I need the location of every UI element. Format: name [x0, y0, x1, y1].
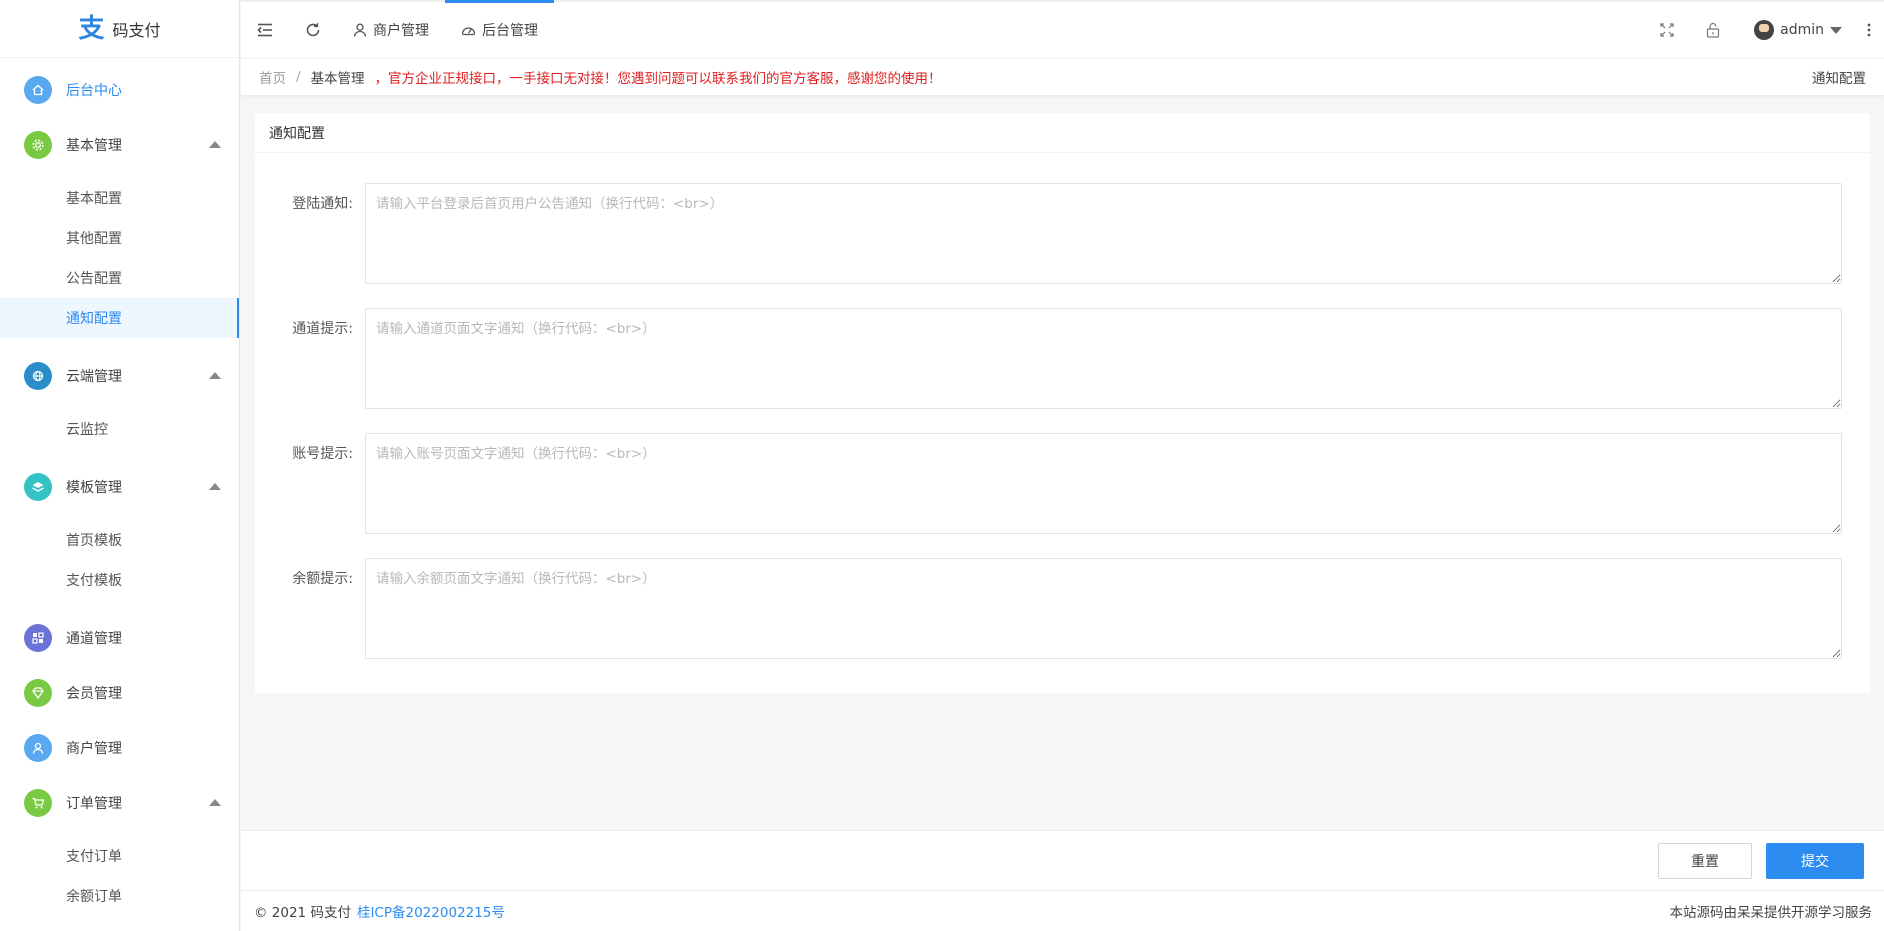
sidebar-subitem[interactable]: 首页模板: [0, 520, 239, 560]
layers-icon: [24, 472, 52, 501]
home-icon: [24, 75, 52, 104]
sidebar-item-label: 通道管理: [66, 630, 122, 647]
channel-icon: [24, 623, 52, 652]
more-button[interactable]: [1854, 2, 1884, 58]
cart-icon: [24, 788, 52, 817]
sidebar-item[interactable]: 订单管理: [0, 775, 239, 830]
chevron-up-icon[interactable]: [209, 798, 221, 806]
sidebar-item[interactable]: 会员管理: [0, 665, 239, 720]
notice-textarea[interactable]: [365, 183, 1842, 284]
sidebar-subitem[interactable]: 其他配置: [0, 218, 239, 258]
nav-admin-management[interactable]: 后台管理: [445, 0, 554, 58]
breadcrumb-home[interactable]: 首页: [259, 67, 286, 87]
top-header: 商户管理 后台管理 admin: [241, 0, 1884, 58]
user-icon: [24, 733, 52, 762]
sidebar-subitem[interactable]: 云监控: [0, 409, 239, 449]
sidebar-item[interactable]: 通道管理: [0, 610, 239, 665]
footer: © 2021 码支付 桂ICP备2022002215号 本站源码由呆呆提供开源学…: [241, 890, 1884, 931]
sidebar-item-label: 商户管理: [66, 740, 122, 757]
sidebar-item[interactable]: 基本管理: [0, 117, 239, 172]
field-label: 通道提示:: [292, 321, 353, 337]
field-label: 账号提示:: [292, 446, 353, 462]
sidebar-menu: 后台中心 基本管理 基本配置 其他配置 公告配置 通知配置 云端管理 云监控 模板管理 首页模板支…: [0, 58, 239, 926]
nav-admin-label: 后台管理: [482, 23, 538, 39]
icp-link[interactable]: 桂ICP备2022002215号: [357, 901, 505, 921]
breadcrumb: 首页 / 基本管理 ，官方企业正规接口，一手接口无对接！您遇到问题可以联系我们的…: [241, 58, 1884, 96]
sidebar-subitem[interactable]: 公告配置: [0, 258, 239, 298]
cloud-icon: [24, 361, 52, 390]
header-tools: admin: [1644, 2, 1884, 58]
lock-screen-button[interactable]: [1690, 2, 1736, 58]
breadcrumb-separator: /: [296, 69, 301, 85]
sidebar-item-label: 会员管理: [66, 685, 122, 702]
field-label: 登陆通知:: [292, 196, 353, 212]
fullscreen-icon: [1660, 23, 1674, 37]
sidebar-submenu: 支付订单 余额订单: [0, 830, 239, 926]
chevron-up-icon[interactable]: [209, 482, 221, 490]
chevron-down-icon: [1830, 26, 1842, 34]
user-name: admin: [1780, 22, 1824, 38]
sidebar-item-label: 模板管理: [66, 479, 122, 496]
notice-text: ，官方企业正规接口，一手接口无对接！您遇到问题可以联系我们的官方客服，感谢您的使…: [374, 71, 942, 87]
notification-config-card: 通知配置 登陆通知: 通道提示: 账号提示: 余额提示:: [255, 113, 1870, 693]
sidebar-item[interactable]: 后台中心: [0, 62, 239, 117]
sidebar-item[interactable]: 云端管理: [0, 348, 239, 403]
form-row: 余额提示:: [255, 558, 1870, 659]
field-label: 余额提示:: [292, 571, 353, 587]
unlock-icon: [1707, 22, 1720, 38]
form-actions: 重置 提交: [241, 830, 1884, 890]
refresh-icon: [306, 23, 320, 37]
sidebar-subitem[interactable]: 支付订单: [0, 836, 239, 876]
notice-textarea[interactable]: [365, 433, 1842, 534]
app-title: 码支付: [112, 20, 161, 40]
fullscreen-button[interactable]: [1644, 2, 1690, 58]
refresh-button[interactable]: [289, 2, 337, 58]
user-outline-icon: [353, 23, 367, 37]
sidebar-item[interactable]: 商户管理: [0, 720, 239, 775]
menu-fold-icon: [257, 23, 272, 37]
form-row: 账号提示:: [255, 433, 1870, 534]
notice-textarea[interactable]: [365, 308, 1842, 409]
user-menu[interactable]: admin: [1736, 2, 1854, 58]
copyright-text: © 2021 码支付: [254, 905, 351, 921]
sidebar: 支 码支付 后台中心基本管理基本配置 其他配置 公告配置 通知配置云端管理云监控模板管…: [0, 0, 240, 931]
notification-form: 登陆通知: 通道提示: 账号提示: 余额提示:: [255, 153, 1870, 659]
sidebar-subitem[interactable]: 基本配置: [0, 178, 239, 218]
card-title: 通知配置: [255, 113, 1870, 153]
sidebar-subitem[interactable]: 支付模板: [0, 560, 239, 600]
chevron-up-icon[interactable]: [209, 371, 221, 379]
sidebar-item-label: 云端管理: [66, 368, 122, 385]
sidebar-submenu: 基本配置 其他配置 公告配置 通知配置: [0, 172, 239, 348]
logo-mark: 支: [78, 13, 105, 44]
sidebar-item-label: 订单管理: [66, 795, 122, 812]
gear-icon: [24, 130, 52, 159]
sidebar-item[interactable]: 模板管理: [0, 459, 239, 514]
nav-merchant-management[interactable]: 商户管理: [337, 2, 445, 58]
form-row: 通道提示:: [255, 308, 1870, 409]
sidebar-item-label: 后台中心: [66, 82, 122, 99]
submit-button[interactable]: 提交: [1766, 842, 1864, 879]
reset-button[interactable]: 重置: [1658, 842, 1752, 879]
sidebar-subitem[interactable]: 余额订单: [0, 876, 239, 916]
sidebar-item-label: 基本管理: [66, 137, 122, 154]
footer-credit: 本站源码由呆呆提供开源学习服务: [1669, 905, 1873, 921]
diamond-icon: [24, 678, 52, 707]
more-vertical-icon: [1867, 23, 1871, 37]
dashboard-icon: [461, 27, 476, 36]
toggle-sidebar-button[interactable]: [241, 2, 289, 58]
breadcrumb-section[interactable]: 基本管理: [311, 67, 365, 87]
nav-merchant-label: 商户管理: [373, 23, 429, 39]
avatar: [1754, 20, 1775, 40]
notice-textarea[interactable]: [365, 558, 1842, 659]
form-row: 登陆通知:: [255, 183, 1870, 284]
current-page-label: 通知配置: [1812, 71, 1866, 87]
sidebar-submenu: 云监控: [0, 403, 239, 459]
sidebar-submenu: 首页模板 支付模板: [0, 514, 239, 610]
logo[interactable]: 支 码支付: [0, 0, 239, 58]
sidebar-subitem[interactable]: 通知配置: [0, 298, 239, 338]
chevron-up-icon[interactable]: [209, 140, 221, 148]
